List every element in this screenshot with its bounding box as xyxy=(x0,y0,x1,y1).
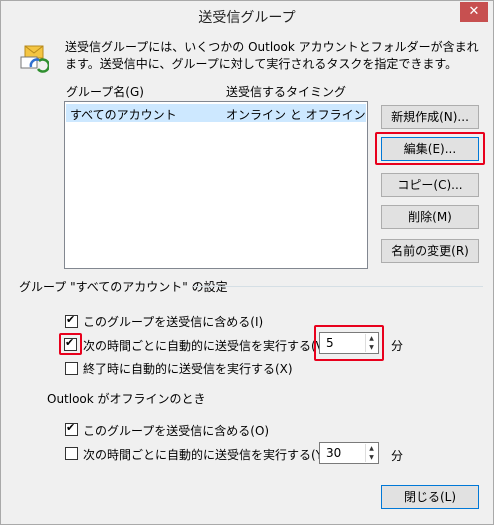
offline-include-label[interactable]: このグループを送受信に含める(O) xyxy=(83,422,269,439)
spin-down-icon[interactable]: ▼ xyxy=(365,343,377,352)
send-receive-icon xyxy=(19,43,51,75)
group-separator xyxy=(193,286,483,287)
window-title: 送受信グループ xyxy=(198,10,296,26)
offline-minutes-input[interactable]: 30 ▲ ▼ xyxy=(319,442,379,464)
spin-up-icon[interactable]: ▲ xyxy=(365,334,377,343)
exit-send-checkbox[interactable] xyxy=(65,362,78,375)
list-item-timing: オンライン と オフライン xyxy=(226,108,366,122)
copy-button[interactable]: コピー(C)... xyxy=(381,173,479,197)
offline-auto-send-label[interactable]: 次の時間ごとに自動的に送受信を実行する(Y) xyxy=(83,446,328,463)
offline-include-checkbox[interactable] xyxy=(65,421,78,436)
offline-minutes-unit-label: 分 xyxy=(391,449,404,463)
minutes-unit-label: 分 xyxy=(391,339,404,353)
close-button[interactable]: 閉じる(L) xyxy=(381,485,479,509)
list-item[interactable]: すべてのアカウント オンライン と オフライン xyxy=(66,104,366,122)
rename-button[interactable]: 名前の変更(R) xyxy=(381,239,479,263)
spin-up-icon[interactable]: ▲ xyxy=(365,444,377,453)
edit-button[interactable]: 編集(E)... xyxy=(381,137,479,161)
exit-send-label[interactable]: 終了時に自動的に送受信を実行する(X) xyxy=(83,360,293,377)
send-receive-groups-dialog: 送受信グループ ✕ 送受信グループには、いくつかの Outlook アカウントと… xyxy=(0,0,494,525)
auto-send-minutes-value: 5 xyxy=(326,336,334,350)
title-bar: 送受信グループ ✕ xyxy=(1,1,493,32)
auto-send-checkbox[interactable] xyxy=(64,336,77,351)
list-item-group-name: すべてのアカウント xyxy=(70,108,177,122)
column-header-group-name[interactable]: グループ名(G) xyxy=(66,83,144,100)
delete-button[interactable]: 削除(M) xyxy=(381,205,479,229)
offline-minutes-value: 30 xyxy=(326,446,342,460)
new-button[interactable]: 新規作成(N)... xyxy=(381,105,479,129)
include-group-checkbox[interactable] xyxy=(65,313,78,328)
close-icon[interactable]: ✕ xyxy=(460,2,488,22)
auto-send-minutes-input[interactable]: 5 ▲ ▼ xyxy=(319,332,379,354)
group-listbox[interactable]: すべてのアカウント オンライン と オフライン xyxy=(64,101,368,269)
offline-section-title: Outlook がオフラインのとき xyxy=(47,392,206,406)
auto-send-label[interactable]: 次の時間ごとに自動的に送受信を実行する(V) xyxy=(83,337,329,354)
dialog-description: 送受信グループには、いくつかの Outlook アカウントとフォルダーが含まれま… xyxy=(65,40,479,71)
include-group-label[interactable]: このグループを送受信に含める(I) xyxy=(83,313,263,330)
offline-auto-send-checkbox[interactable] xyxy=(65,447,78,460)
column-header-timing[interactable]: 送受信するタイミング xyxy=(226,83,346,100)
spin-down-icon[interactable]: ▼ xyxy=(365,453,377,462)
